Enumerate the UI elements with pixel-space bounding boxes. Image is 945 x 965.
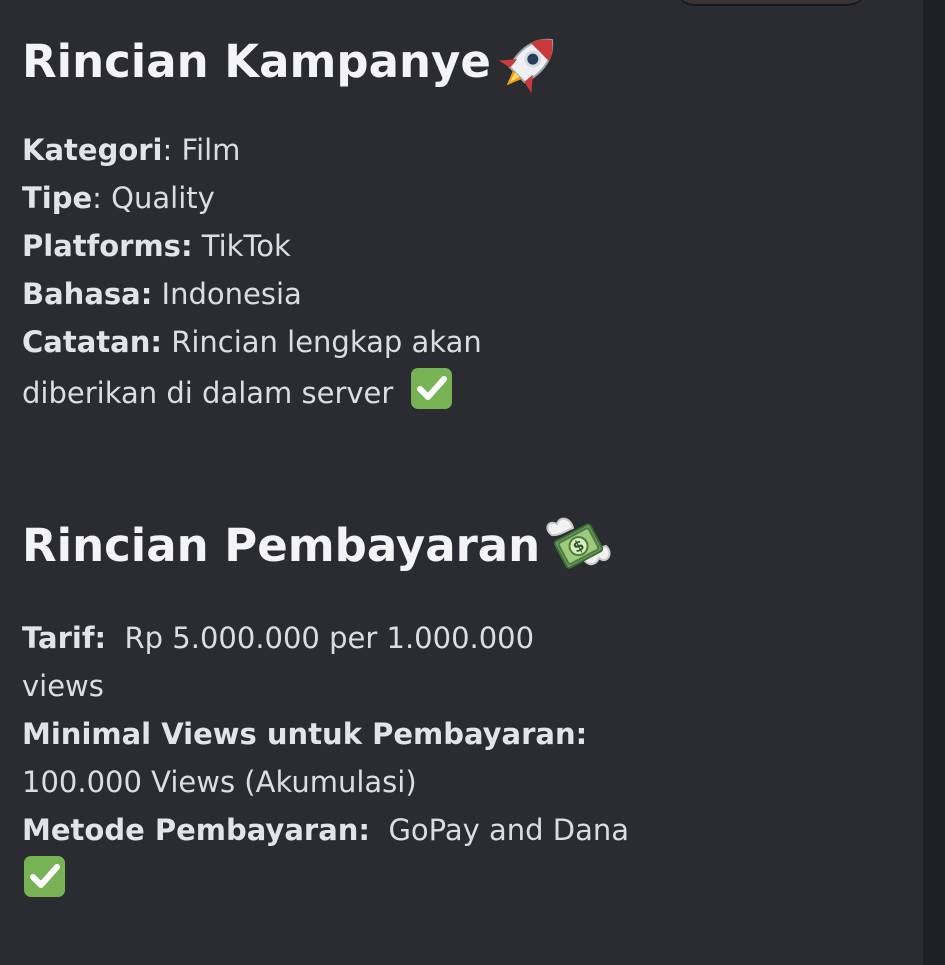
language-value: Indonesia	[161, 277, 302, 311]
rate-label: Tarif:	[22, 621, 107, 655]
platforms-separator	[193, 229, 202, 263]
note-continuation: diberikan di dalam server	[22, 376, 394, 410]
minimum-views-value-row: 100.000 Views (Akumulasi)	[22, 758, 662, 806]
payment-details-section: Rincian Pembayaran $ Tarif: Rp 5.000.000…	[22, 511, 662, 905]
category-row: Kategori: Film	[22, 126, 662, 174]
category-label: Kategori	[22, 133, 163, 167]
payment-method-label: Metode Pembayaran:	[22, 813, 370, 847]
minimum-views-label-row: Minimal Views untuk Pembayaran:	[22, 710, 662, 758]
type-row: Tipe: Quality	[22, 174, 662, 222]
minimum-views-label: Minimal Views untuk Pembayaran:	[22, 717, 588, 751]
note-label: Catatan:	[22, 325, 162, 359]
category-value: Film	[181, 133, 241, 167]
note-row: Catatan: Rincian lengkap akan	[22, 318, 662, 366]
payment-details-heading: Rincian Pembayaran $	[22, 511, 662, 581]
note-separator	[162, 325, 171, 359]
rocket-icon	[498, 38, 554, 94]
rate-continuation: views	[22, 669, 104, 703]
language-separator	[152, 277, 161, 311]
right-side-strip	[923, 0, 945, 965]
payment-method-value: GoPay and Dana	[388, 813, 630, 847]
category-separator: :	[162, 133, 182, 167]
payment-method-check-row	[22, 854, 662, 905]
type-value: Quality	[111, 181, 215, 215]
platforms-label: Platforms:	[22, 229, 193, 263]
payment-detail-list: Tarif: Rp 5.000.000 per 1.000.000 views …	[22, 614, 662, 905]
campaign-detail-list: Kategori: Film Tipe: Quality Platforms: …	[22, 126, 662, 417]
platforms-row: Platforms: TikTok	[22, 222, 662, 270]
minimum-views-value: 100.000 Views (Akumulasi)	[22, 765, 417, 799]
language-row: Bahasa: Indonesia	[22, 270, 662, 318]
top-image-edge	[672, 0, 870, 6]
rate-continuation-row: views	[22, 662, 662, 710]
payment-details-title: Rincian Pembayaran	[22, 519, 541, 572]
campaign-details-heading: Rincian Kampanye	[22, 27, 662, 97]
type-label: Tipe	[22, 181, 93, 215]
campaign-details-section: Rincian Kampanye Kategori: Film Tipe: Qu…	[22, 27, 662, 417]
language-label: Bahasa:	[22, 277, 153, 311]
campaign-details-title: Rincian Kampanye	[22, 35, 491, 88]
platforms-value: TikTok	[201, 229, 291, 263]
type-separator: :	[92, 181, 112, 215]
check-mark-button-icon	[410, 368, 452, 409]
note-continuation-row: diberikan di dalam server	[22, 366, 662, 417]
payment-method-row: Metode Pembayaran: GoPay and Dana	[22, 806, 662, 854]
note-value: Rincian lengkap akan	[171, 325, 482, 359]
rate-value: Rp 5.000.000 per 1.000.000	[124, 621, 535, 655]
check-mark-button-icon	[24, 856, 65, 897]
money-with-wings-icon: $	[546, 517, 611, 569]
discord-message-page: Rincian Kampanye Kategori: Film Tipe: Qu…	[0, 0, 945, 965]
rate-row: Tarif: Rp 5.000.000 per 1.000.000	[22, 614, 662, 662]
